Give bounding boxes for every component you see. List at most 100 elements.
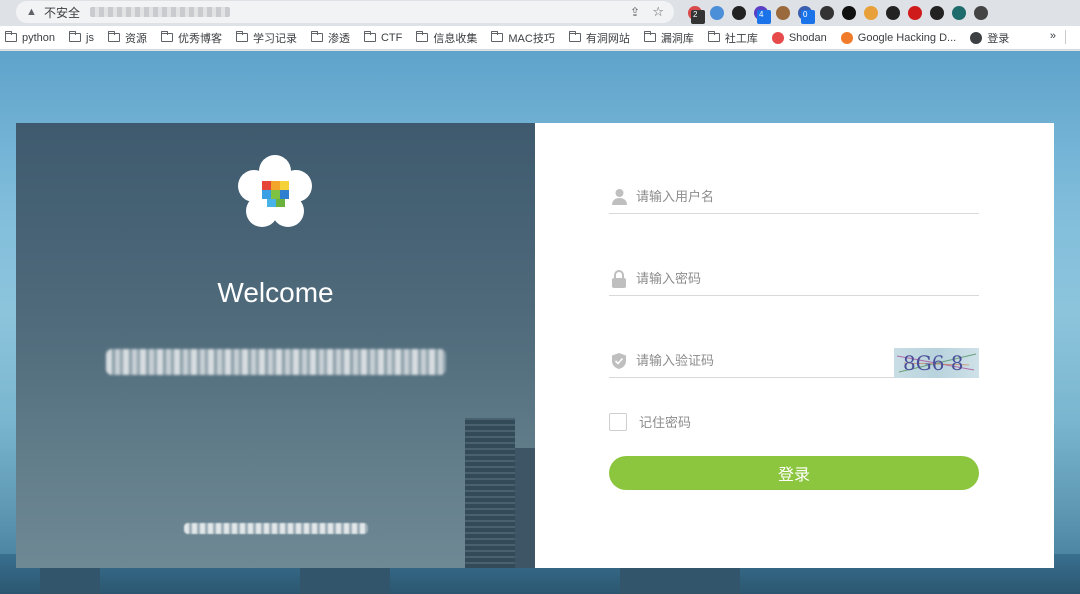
folder-icon: [107, 31, 120, 42]
bookmark-label: 社工库: [724, 32, 758, 45]
ext-7-icon[interactable]: [816, 3, 838, 23]
bookmark-item[interactable]: js: [64, 31, 103, 44]
ext-9-icon[interactable]: [860, 3, 882, 23]
bookmark-item[interactable]: 有洞网站: [564, 30, 639, 46]
password-field-row: [609, 262, 979, 296]
org-name-redacted: [106, 349, 446, 375]
captcha-text: 8G6 8: [903, 351, 964, 375]
bookmark-item[interactable]: MAC技巧: [486, 30, 563, 46]
captcha-image[interactable]: 8G6 8: [894, 347, 979, 378]
remember-row[interactable]: 记住密码: [609, 412, 691, 431]
bookmark-item[interactable]: python: [0, 31, 64, 44]
bookmark-item[interactable]: CTF: [359, 31, 411, 44]
folder-icon: [643, 31, 656, 42]
extension-badge: 4: [757, 10, 771, 24]
ext-2-icon[interactable]: [706, 3, 728, 23]
bookmark-label: CTF: [380, 31, 403, 44]
bookmark-favicon-icon: [840, 31, 853, 44]
folder-icon: [310, 31, 323, 42]
ext-13-glyph: [952, 6, 966, 20]
cookie-glyph: [776, 6, 790, 20]
captcha-input[interactable]: [636, 345, 894, 376]
bookmarks-overflow-button[interactable]: »: [1050, 30, 1056, 42]
insecure-label: 不安全: [44, 5, 81, 20]
puzzle-icon[interactable]: [970, 3, 992, 23]
bookmark-label: python: [22, 31, 56, 44]
ext-8-glyph: [842, 6, 856, 20]
bookmark-item[interactable]: Google Hacking D...: [836, 31, 965, 44]
watermark-text: PwnPigPig: [910, 529, 1036, 560]
extensions-bar: 2 4 0: [684, 3, 992, 24]
bookmark-label: 资源: [124, 32, 147, 45]
browser-toolbar: ▲ 不安全 ⇪ ☆ 2 4 0: [0, 0, 1080, 26]
bookmark-label: 学习记录: [252, 32, 297, 45]
bookmark-label: Google Hacking D...: [857, 31, 957, 44]
org-logo-icon: [238, 155, 312, 227]
folder-icon: [69, 31, 82, 42]
ext-2-glyph: [710, 6, 724, 20]
captcha-field-row: 8G6 8: [609, 344, 979, 378]
bookmark-item[interactable]: Shodan: [767, 31, 836, 44]
login-form: 8G6 8 记住密码 登录: [535, 123, 1054, 568]
bookmark-label: 渗透: [327, 32, 350, 45]
bookmark-label: Shodan: [788, 31, 827, 44]
cookie-icon[interactable]: [772, 3, 794, 23]
lock-icon: [610, 269, 628, 288]
share-icon[interactable]: ⇪: [630, 5, 640, 19]
bookmark-favicon-icon: [771, 31, 784, 44]
bookmark-item[interactable]: 信息收集: [411, 30, 486, 46]
bookmark-item[interactable]: 社工库: [703, 30, 767, 46]
folder-icon: [363, 31, 376, 42]
shield-icon: [610, 352, 628, 370]
user-icon: [610, 188, 628, 206]
bookmark-item[interactable]: 登录: [965, 30, 1018, 46]
ext-10-icon[interactable]: [882, 3, 904, 23]
ext-12-glyph: [930, 6, 944, 20]
remember-checkbox[interactable]: [609, 412, 627, 431]
bookmark-favicon-icon: [970, 31, 983, 44]
bookmark-label: 漏洞库: [660, 32, 694, 45]
ext-12-icon[interactable]: [926, 3, 948, 23]
ext-7-glyph: [820, 6, 834, 20]
folder-icon: [5, 31, 17, 42]
bookmark-label: 信息收集: [433, 32, 478, 45]
ext-6-icon[interactable]: 0: [794, 3, 816, 24]
remember-label: 记住密码: [639, 415, 692, 430]
wechat-icon: [856, 529, 901, 560]
folder-icon: [235, 31, 248, 42]
bookmark-star-icon[interactable]: ☆: [652, 4, 664, 20]
bookmark-item[interactable]: 漏洞库: [639, 30, 703, 46]
password-input[interactable]: [636, 263, 979, 294]
page-background: Welcome 请输入用户名 请输入验证码 8G6 8 记住密码 登录: [0, 51, 1080, 594]
login-button[interactable]: 登录: [609, 456, 979, 490]
bookmark-label: MAC技巧: [508, 32, 555, 45]
watermark: PwnPigPig: [854, 528, 1036, 562]
warning-icon: ▲: [26, 6, 37, 18]
bookmark-item[interactable]: 学习记录: [231, 30, 306, 46]
welcome-panel: Welcome: [16, 123, 535, 568]
bookmarks-bar: python js 资源 优秀博客 学习记录 渗透 CTF 信息收集 MAC技巧 有洞网站 漏洞库 社…: [0, 26, 1080, 50]
welcome-title: Welcome: [217, 277, 334, 308]
bookmark-label: 登录: [987, 32, 1010, 45]
ext-1-icon[interactable]: 2: [684, 3, 706, 24]
building: [465, 418, 515, 568]
address-bar[interactable]: ▲ 不安全 ⇪ ☆: [16, 1, 674, 23]
url-text-redacted: [90, 7, 231, 17]
folder-icon: [491, 31, 504, 42]
bookmark-item[interactable]: 资源: [103, 30, 156, 46]
bookmark-item[interactable]: 优秀博客: [156, 30, 231, 46]
bookmark-label: 优秀博客: [177, 32, 222, 45]
ext-11-icon[interactable]: [904, 3, 926, 23]
ext-13-icon[interactable]: [948, 3, 970, 23]
ext-11-glyph: [908, 6, 922, 20]
bookmark-item[interactable]: 渗透: [306, 30, 359, 46]
folder-icon: [416, 31, 429, 42]
bookmark-label: 有洞网站: [585, 32, 630, 45]
ext-8-icon[interactable]: [838, 3, 860, 23]
extension-badge: 0: [801, 10, 815, 24]
username-field-row: [609, 180, 979, 214]
username-input[interactable]: [636, 181, 979, 212]
footer-text-redacted: [184, 523, 368, 534]
ext-4-icon[interactable]: 4: [750, 3, 772, 24]
ext-3-icon[interactable]: [728, 3, 750, 23]
